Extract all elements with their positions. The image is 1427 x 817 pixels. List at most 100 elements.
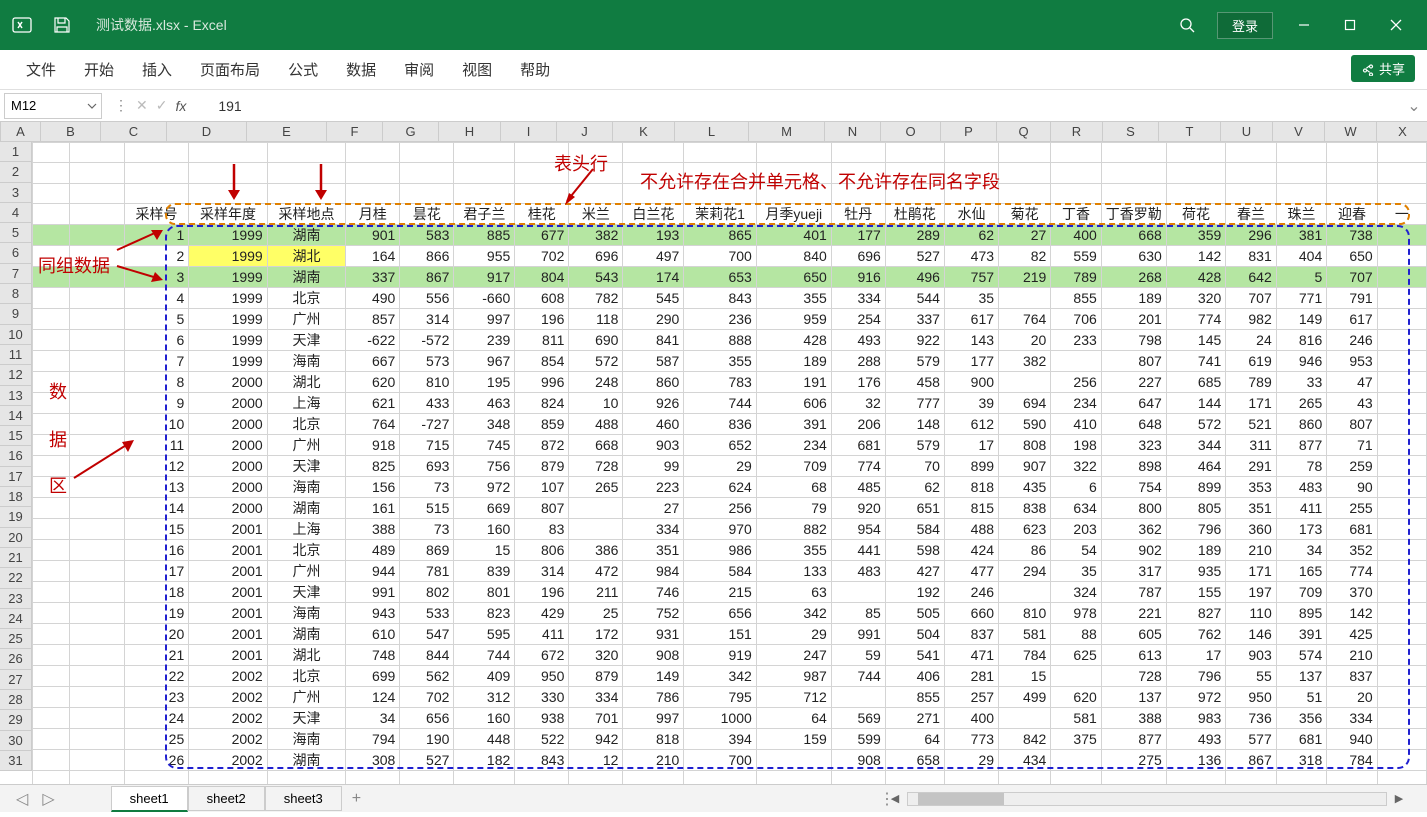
row-header[interactable]: 31 bbox=[0, 751, 32, 771]
next-sheet-icon[interactable]: ▷ bbox=[36, 787, 60, 811]
row-header[interactable]: 23 bbox=[0, 589, 32, 609]
tab-formula[interactable]: 公式 bbox=[274, 51, 332, 88]
column-header[interactable]: F bbox=[327, 122, 383, 141]
row-header[interactable]: 21 bbox=[0, 548, 32, 568]
column-header[interactable]: L bbox=[675, 122, 749, 141]
save-icon[interactable] bbox=[48, 11, 76, 39]
row-header[interactable]: 22 bbox=[0, 568, 32, 588]
column-header[interactable]: P bbox=[941, 122, 997, 141]
row-header[interactable]: 25 bbox=[0, 629, 32, 649]
sheet-nav: ◁ ▷ bbox=[0, 787, 71, 811]
sheet-tab-3[interactable]: sheet3 bbox=[265, 786, 342, 811]
row-header[interactable]: 7 bbox=[0, 264, 32, 284]
column-header[interactable]: T bbox=[1159, 122, 1221, 141]
column-header[interactable]: C bbox=[101, 122, 167, 141]
ribbon-tabs: 文件 开始 插入 页面布局 公式 数据 审阅 视图 帮助 共享 bbox=[0, 50, 1427, 90]
column-header[interactable]: H bbox=[439, 122, 501, 141]
scroll-right-button[interactable]: ▶ bbox=[1391, 791, 1407, 807]
column-header[interactable]: J bbox=[557, 122, 613, 141]
row-header[interactable]: 6 bbox=[0, 243, 32, 263]
tab-file[interactable]: 文件 bbox=[12, 51, 70, 88]
login-button[interactable]: 登录 bbox=[1217, 12, 1273, 39]
column-header[interactable]: D bbox=[167, 122, 247, 141]
row-header[interactable]: 30 bbox=[0, 731, 32, 751]
formula-input[interactable]: 191 bbox=[208, 98, 1401, 114]
column-header[interactable]: M bbox=[749, 122, 825, 141]
row-header[interactable]: 4 bbox=[0, 203, 32, 223]
row-header[interactable]: 20 bbox=[0, 528, 32, 548]
cancel-formula-icon[interactable]: ✕ bbox=[136, 97, 148, 114]
row-header[interactable]: 5 bbox=[0, 223, 32, 243]
row-header[interactable]: 29 bbox=[0, 710, 32, 730]
scroll-left-button[interactable]: ◀ bbox=[887, 791, 903, 807]
row-header[interactable]: 13 bbox=[0, 386, 32, 406]
column-header[interactable]: Q bbox=[997, 122, 1051, 141]
tab-help[interactable]: 帮助 bbox=[506, 51, 564, 88]
row-header[interactable]: 24 bbox=[0, 609, 32, 629]
column-header[interactable]: G bbox=[383, 122, 439, 141]
chevron-down-icon bbox=[87, 101, 97, 111]
row-header[interactable]: 2 bbox=[0, 162, 32, 182]
column-header[interactable]: O bbox=[881, 122, 941, 141]
row-header[interactable]: 19 bbox=[0, 507, 32, 527]
column-header[interactable]: I bbox=[501, 122, 557, 141]
close-button[interactable] bbox=[1373, 0, 1419, 50]
row-header[interactable]: 15 bbox=[0, 426, 32, 446]
row-header[interactable]: 17 bbox=[0, 467, 32, 487]
formula-controls: ⋮ ✕ ✓ fx bbox=[106, 97, 208, 114]
column-header[interactable]: A bbox=[1, 122, 41, 141]
row-header[interactable]: 16 bbox=[0, 446, 32, 466]
minimize-button[interactable] bbox=[1281, 0, 1327, 50]
column-header[interactable]: N bbox=[825, 122, 881, 141]
column-header[interactable]: E bbox=[247, 122, 327, 141]
column-header[interactable]: U bbox=[1221, 122, 1273, 141]
row-header[interactable]: 9 bbox=[0, 304, 32, 324]
row-header[interactable]: 12 bbox=[0, 365, 32, 385]
row-header[interactable]: 28 bbox=[0, 690, 32, 710]
column-header[interactable]: K bbox=[613, 122, 675, 141]
share-label: 共享 bbox=[1379, 59, 1405, 78]
fx-icon[interactable]: fx bbox=[175, 98, 200, 114]
maximize-button[interactable] bbox=[1327, 0, 1373, 50]
name-box[interactable]: M12 bbox=[4, 93, 102, 119]
tab-view[interactable]: 视图 bbox=[448, 51, 506, 88]
column-header[interactable]: B bbox=[41, 122, 101, 141]
row-header[interactable]: 3 bbox=[0, 183, 32, 203]
sheet-tab-2[interactable]: sheet2 bbox=[188, 786, 265, 811]
row-header[interactable]: 18 bbox=[0, 487, 32, 507]
column-headers: ABCDEFGHIJKLMNOPQRSTUVWX bbox=[0, 122, 1427, 142]
tab-insert[interactable]: 插入 bbox=[128, 51, 186, 88]
column-header[interactable]: W bbox=[1325, 122, 1377, 141]
row-header[interactable]: 10 bbox=[0, 325, 32, 345]
row-header[interactable]: 11 bbox=[0, 345, 32, 365]
row-header[interactable]: 26 bbox=[0, 649, 32, 669]
tab-review[interactable]: 审阅 bbox=[390, 51, 448, 88]
cells-area[interactable]: 采样号采样年度采样地点月桂昙花君子兰桂花米兰白兰花茉莉花1月季yueji牡丹杜鹃… bbox=[32, 142, 1427, 791]
add-sheet-button[interactable]: + bbox=[342, 786, 371, 812]
row-header[interactable]: 1 bbox=[0, 142, 32, 162]
window-title: 测试数据.xlsx - Excel bbox=[96, 15, 227, 35]
search-icon[interactable] bbox=[1165, 11, 1209, 39]
column-header[interactable]: R bbox=[1051, 122, 1103, 141]
tab-layout[interactable]: 页面布局 bbox=[186, 51, 274, 88]
expand-formula-bar-icon[interactable]: ⌄ bbox=[1401, 96, 1427, 116]
row-header[interactable]: 27 bbox=[0, 670, 32, 690]
column-header[interactable]: X bbox=[1377, 122, 1427, 141]
row-header[interactable]: 8 bbox=[0, 284, 32, 304]
sheet-tab-bar: ◁ ▷ sheet1 sheet2 sheet3 + ⋮ ◀ ▶ bbox=[0, 784, 1427, 812]
tab-data[interactable]: 数据 bbox=[332, 51, 390, 88]
column-header[interactable]: S bbox=[1103, 122, 1159, 141]
spreadsheet-grid: ABCDEFGHIJKLMNOPQRSTUVWX 123456789101112… bbox=[0, 122, 1427, 812]
accept-formula-icon[interactable]: ✓ bbox=[156, 97, 168, 114]
dropdown-icon[interactable]: ⋮ bbox=[114, 97, 128, 114]
scroll-thumb[interactable] bbox=[918, 793, 1004, 805]
share-button[interactable]: 共享 bbox=[1351, 55, 1415, 82]
column-header[interactable]: V bbox=[1273, 122, 1325, 141]
row-header[interactable]: 14 bbox=[0, 406, 32, 426]
formula-bar: M12 ⋮ ✕ ✓ fx 191 ⌄ bbox=[0, 90, 1427, 122]
name-box-value: M12 bbox=[11, 98, 36, 113]
sheet-tab-1[interactable]: sheet1 bbox=[111, 786, 188, 812]
prev-sheet-icon[interactable]: ◁ bbox=[10, 787, 34, 811]
horizontal-scrollbar[interactable] bbox=[907, 792, 1387, 806]
tab-home[interactable]: 开始 bbox=[70, 51, 128, 88]
